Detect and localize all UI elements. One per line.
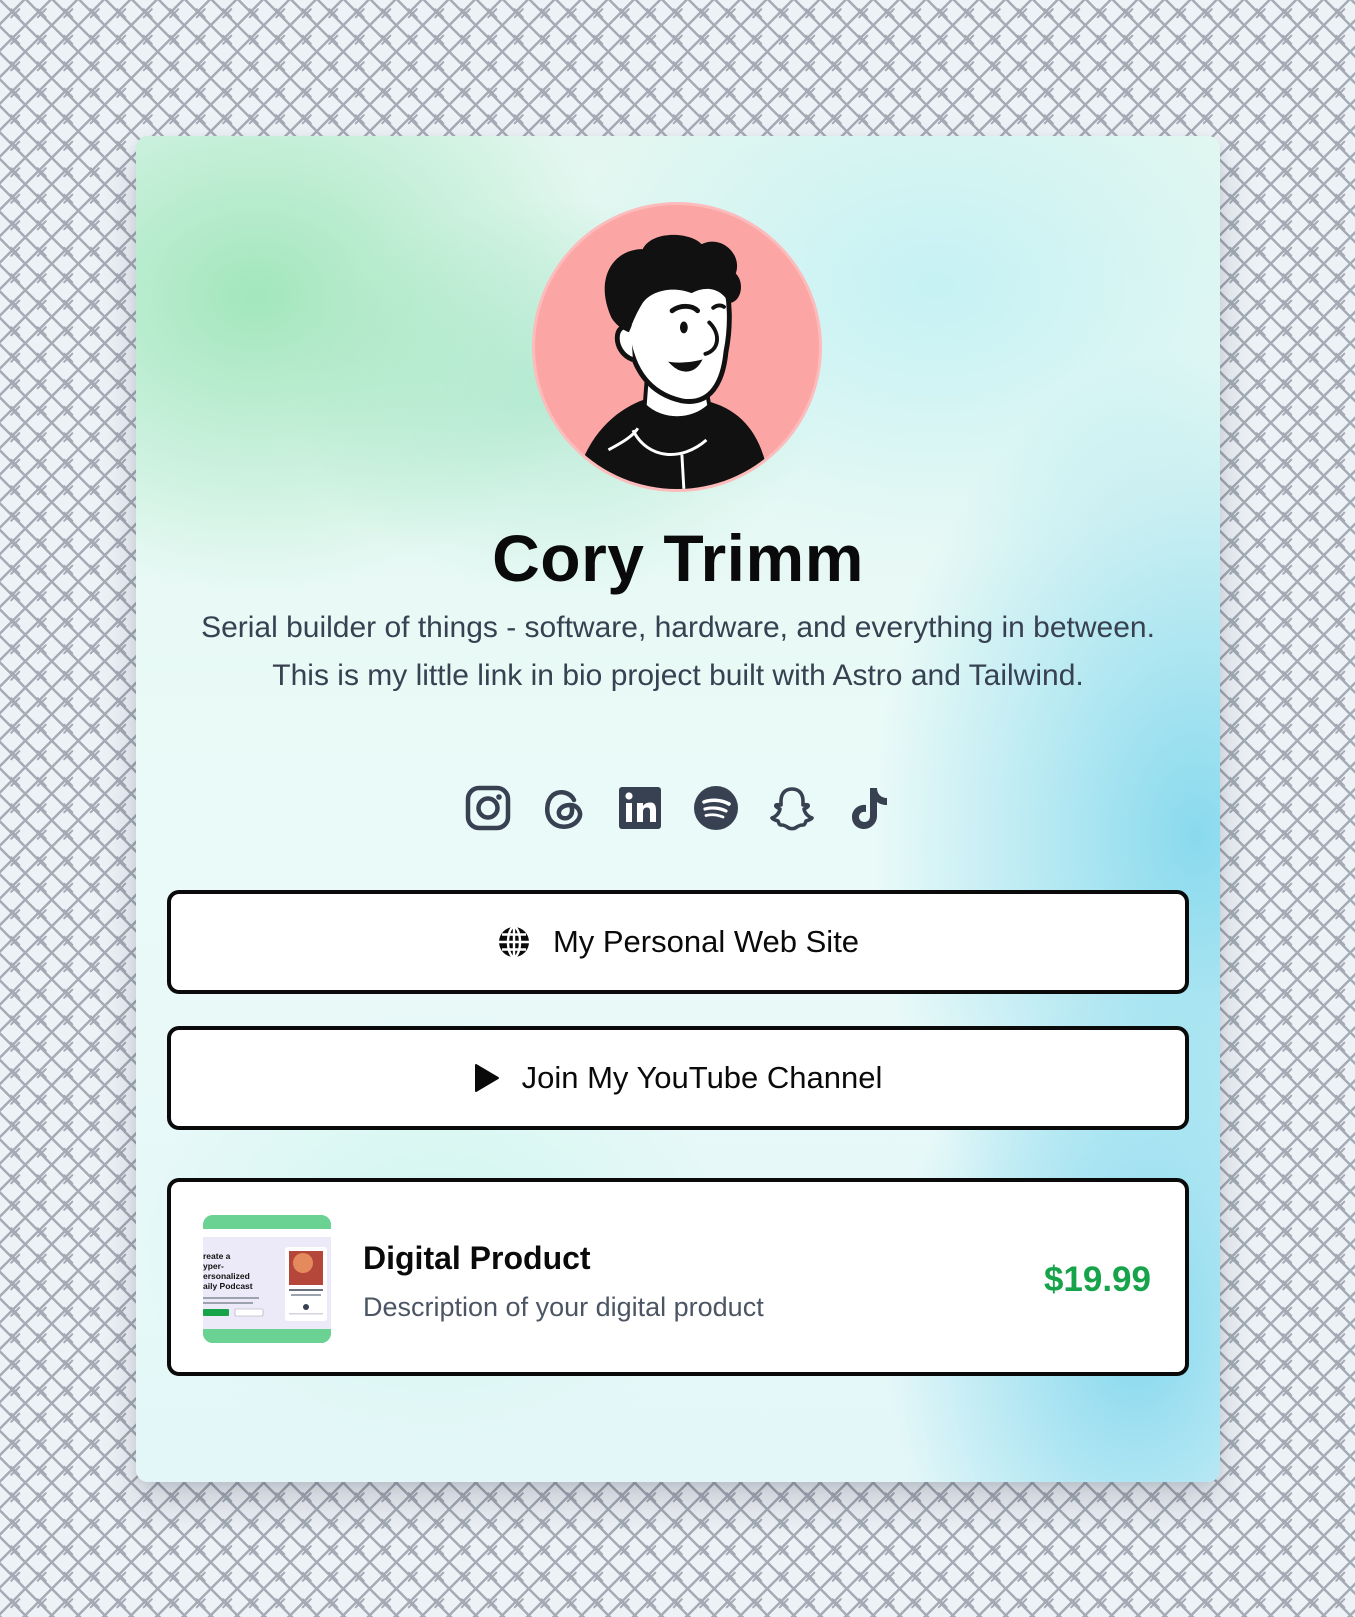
profile-card: Cory Trimm Serial builder of things - so… [136, 136, 1220, 1482]
spotify-icon [694, 786, 738, 830]
social-links [136, 784, 1220, 832]
threads-link[interactable] [540, 784, 588, 832]
personal-website-label: My Personal Web Site [552, 924, 860, 959]
instagram-link[interactable] [464, 784, 512, 832]
spotify-link[interactable] [692, 784, 740, 832]
avatar-illustration [574, 234, 771, 489]
thumb-text-line3: ersonalized [203, 1271, 250, 1281]
product-thumbnail: reate a yper- ersonalized aily Podcast [203, 1215, 331, 1343]
product-thumbnail-image: reate a yper- ersonalized aily Podcast [203, 1215, 331, 1343]
youtube-channel-button[interactable]: Join My YouTube Channel [167, 1026, 1189, 1130]
digital-product-card[interactable]: reate a yper- ersonalized aily Podcast D… [167, 1178, 1189, 1376]
linkedin-link[interactable] [616, 784, 664, 832]
play-icon [474, 1064, 499, 1092]
tiktok-link[interactable] [844, 784, 892, 832]
profile-bio: Serial builder of things - software, har… [201, 611, 1155, 692]
avatar [532, 202, 822, 492]
product-description: Description of your digital product [363, 1292, 764, 1322]
thumb-text-line4: aily Podcast [203, 1281, 253, 1291]
linkedin-icon [619, 787, 661, 829]
globe-icon [498, 925, 529, 959]
threads-icon [545, 790, 583, 829]
thumb-text-line1: reate a [203, 1251, 231, 1261]
thumb-text-line2: yper- [203, 1261, 224, 1271]
snapchat-link[interactable] [768, 784, 816, 832]
profile-name: Cory Trimm [492, 521, 864, 595]
youtube-channel-label: Join My YouTube Channel [521, 1060, 883, 1095]
personal-website-button[interactable]: My Personal Web Site [167, 890, 1189, 994]
snapchat-icon [770, 787, 814, 831]
product-price: $19.99 [1043, 1260, 1151, 1299]
instagram-icon [465, 785, 511, 831]
product-title: Digital Product [363, 1240, 591, 1276]
tiktok-icon [852, 788, 887, 829]
